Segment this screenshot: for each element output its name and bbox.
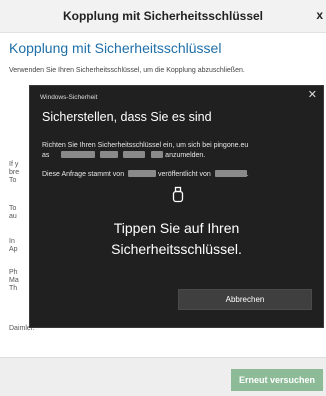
retry-button[interactable]: Erneut versuchen xyxy=(231,369,323,391)
background-text-fragment: Ap xyxy=(9,246,18,253)
background-text-fragment: au xyxy=(9,213,17,220)
close-icon[interactable]: x xyxy=(316,8,323,22)
close-icon[interactable]: ✕ xyxy=(308,88,317,101)
redacted-block xyxy=(151,151,164,158)
tap-instruction: Tippen Sie auf Ihren Sicherheitsschlüsse… xyxy=(30,218,323,260)
background-text-fragment: To xyxy=(9,177,17,184)
cancel-button[interactable]: Abbrechen xyxy=(178,289,312,310)
dialog-line-2: as anzumelden. xyxy=(42,151,205,159)
tap-instruction-line-1: Tippen Sie auf Ihren xyxy=(113,220,240,236)
footer-bar: Erneut versuchen xyxy=(0,357,326,396)
security-key-icon xyxy=(172,186,184,203)
dialog-line-3-prefix: Diese Anfrage stammt von xyxy=(42,171,125,178)
dialog-line-3: Diese Anfrage stammt von veröffentlicht … xyxy=(42,170,249,178)
dialog-line-1: Richten Sie Ihren Sicherheitsschlüssel e… xyxy=(42,142,249,149)
redacted-block xyxy=(123,151,146,158)
page-title: Kopplung mit Sicherheitsschlüssel xyxy=(9,40,222,56)
dialog-header: Windows-Sicherheit xyxy=(40,94,98,101)
windows-security-dialog: Windows-Sicherheit ✕ Sicherstellen, dass… xyxy=(29,85,324,328)
window-title: Kopplung mit Sicherheitsschlüssel xyxy=(62,9,264,23)
intro-text: Verwenden Sie Ihren Sicherheitsschlüssel… xyxy=(9,67,245,74)
redacted-block xyxy=(61,151,96,158)
top-bar: Kopplung mit Sicherheitsschlüssel x xyxy=(0,0,326,33)
tap-instruction-line-2: Sicherheitsschlüssel. xyxy=(111,241,242,257)
redacted-block xyxy=(128,170,157,177)
redacted-block xyxy=(100,151,119,158)
dialog-line-2-suffix: anzumelden. xyxy=(165,152,206,159)
dialog-line-3-mid: veröffentlicht von xyxy=(158,171,211,178)
background-text-fragment: Th xyxy=(9,285,18,292)
redacted-block xyxy=(214,170,247,177)
dialog-line-3-end: . xyxy=(246,171,249,178)
dialog-title: Sicherstellen, dass Sie es sind xyxy=(42,110,212,124)
dialog-line-2-prefix: as xyxy=(42,152,50,159)
